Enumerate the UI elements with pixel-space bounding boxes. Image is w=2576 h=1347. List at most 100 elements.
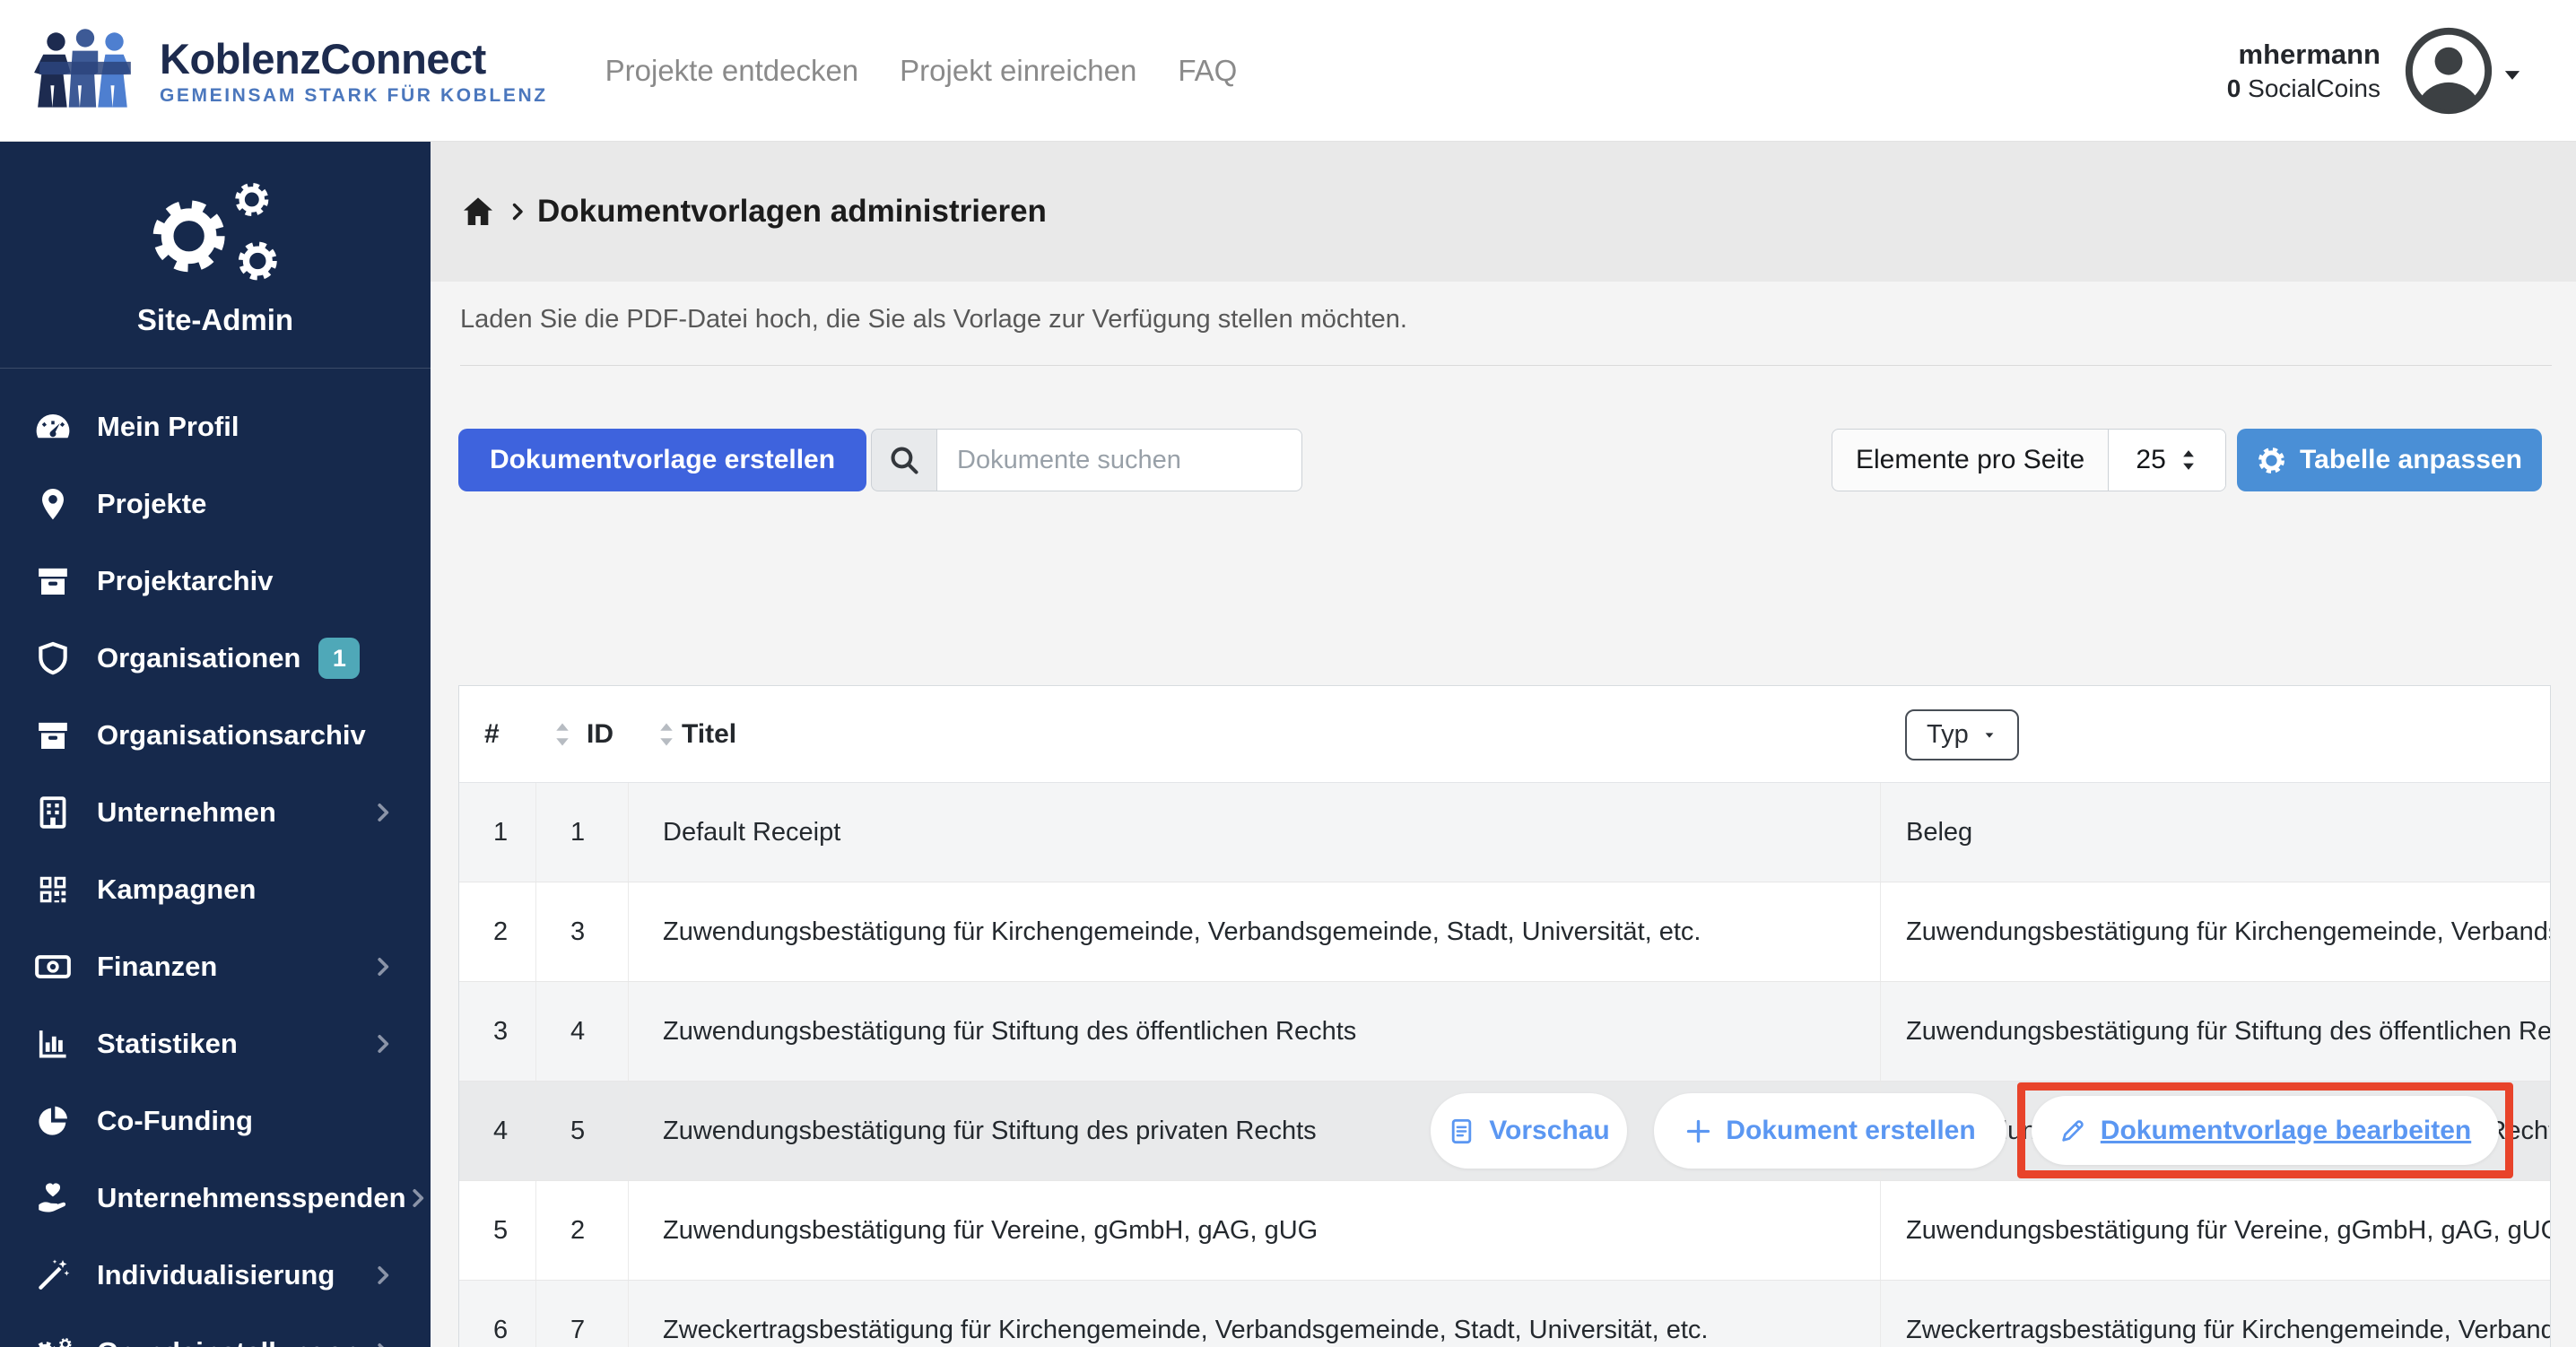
top-header: KoblenzConnect GEMEINSAM STARK FÜR KOBLE… [0, 0, 2576, 142]
sidebar-item-mein-profil[interactable]: Mein Profil [0, 388, 431, 465]
sort-arrows-icon[interactable] [551, 721, 574, 748]
chevron-right-icon [371, 955, 395, 978]
site-admin-gears-icon [140, 178, 291, 289]
breadcrumb: Dokumentvorlagen administrieren [431, 142, 2576, 282]
cell-id: 5 [536, 1082, 629, 1180]
logo-text: KoblenzConnect GEMEINSAM STARK FÜR KOBLE… [160, 34, 548, 107]
app-root: KoblenzConnect GEMEINSAM STARK FÜR KOBLE… [0, 0, 2576, 1347]
chevron-right-icon [371, 1032, 395, 1056]
archive-icon [32, 715, 74, 756]
bar-chart-icon [32, 1023, 74, 1065]
map-marker-icon [32, 483, 74, 525]
chevron-right-icon [371, 801, 395, 824]
organisationen-count-badge: 1 [318, 638, 360, 679]
divider [460, 365, 2552, 366]
cell-id: 2 [536, 1181, 629, 1280]
admin-sidebar: Site-Admin Mein Profil Projekte Projekta… [0, 142, 431, 1347]
coins-label: SocialCoins [2248, 74, 2380, 102]
money-icon [32, 946, 74, 987]
cell-title: Zweckertragsbestätigung für Kirchengemei… [629, 1281, 1881, 1347]
sidebar-item-organisationen[interactable]: Organisationen 1 [0, 620, 431, 697]
main-content: Dokumentvorlagen administrieren Laden Si… [431, 142, 2576, 1347]
plus-icon [1684, 1117, 1712, 1145]
nav-faq[interactable]: FAQ [1178, 54, 1237, 88]
column-header-id[interactable]: ID [587, 686, 614, 783]
sidebar-item-grundeinstellungen[interactable]: Grundeinstellungen [0, 1314, 431, 1347]
sidebar-item-finanzen[interactable]: Finanzen [0, 928, 431, 1005]
templates-table: # ID Titel Typ 1 1 Default Receipt Beleg [458, 685, 2551, 1347]
per-page-select[interactable]: 25 [2108, 430, 2225, 491]
cell-type: Beleg [1881, 783, 2550, 882]
column-header-index[interactable]: # [484, 686, 500, 783]
cell-index: 4 [459, 1082, 536, 1180]
cell-id: 3 [536, 882, 629, 981]
page-description: Laden Sie die PDF-Datei hoch, die Sie al… [460, 305, 1407, 335]
chevron-right-icon [406, 1186, 430, 1210]
table-row[interactable]: 1 1 Default Receipt Beleg [459, 783, 2550, 882]
cell-title: Zuwendungsbestätigung für Vereine, gGmbH… [629, 1181, 1881, 1280]
preview-button[interactable]: Vorschau [1431, 1093, 1627, 1169]
archive-icon [32, 561, 74, 602]
user-caret-down-icon[interactable] [2501, 64, 2524, 87]
home-icon[interactable] [460, 194, 496, 230]
table-row-hovered[interactable]: 4 5 Zuwendungsbestätigung für Stiftung d… [459, 1082, 2550, 1181]
username: mhermann [2227, 39, 2380, 71]
create-document-label: Dokument erstellen [1726, 1116, 1975, 1146]
sidebar-item-statistiken[interactable]: Statistiken [0, 1005, 431, 1082]
shield-icon [32, 638, 74, 679]
hand-heart-icon [32, 1178, 74, 1219]
customize-table-button[interactable]: Tabelle anpassen [2237, 429, 2542, 491]
sidebar-item-kampagnen[interactable]: Kampagnen [0, 851, 431, 928]
cell-title: Zuwendungsbestätigung für Stiftung des ö… [629, 982, 1881, 1081]
select-arrows-icon [2179, 448, 2198, 472]
column-header-titel[interactable]: Titel [682, 686, 736, 783]
search-addon [871, 429, 936, 491]
logo-subtitle: GEMEINSAM STARK FÜR KOBLENZ [160, 85, 548, 107]
building-icon [32, 792, 74, 833]
per-page-value: 25 [2136, 445, 2165, 475]
sidebar-item-projektarchiv[interactable]: Projektarchiv [0, 543, 431, 620]
cell-title: Default Receipt [629, 783, 1881, 882]
cell-index: 6 [459, 1281, 536, 1347]
cell-index: 3 [459, 982, 536, 1081]
search-input[interactable] [936, 429, 1302, 491]
chevron-right-icon [371, 1341, 395, 1347]
sidebar-item-co-funding[interactable]: Co-Funding [0, 1082, 431, 1160]
nav-projekt-einreichen[interactable]: Projekt einreichen [900, 54, 1136, 88]
preview-label: Vorschau [1489, 1116, 1610, 1146]
table-row[interactable]: 3 4 Zuwendungsbestätigung für Stiftung d… [459, 982, 2550, 1082]
user-menu[interactable]: mhermann 0 SocialCoins [2227, 26, 2524, 116]
document-icon [1448, 1117, 1475, 1145]
create-document-button[interactable]: Dokument erstellen [1654, 1093, 2006, 1169]
pencil-icon [2059, 1117, 2087, 1144]
per-page-label: Elemente pro Seite [1832, 445, 2108, 475]
chevron-right-icon [371, 1264, 395, 1287]
logo[interactable]: KoblenzConnect GEMEINSAM STARK FÜR KOBLE… [30, 24, 548, 117]
avatar-icon[interactable] [2404, 26, 2493, 116]
nav-projekte-entdecken[interactable]: Projekte entdecken [605, 54, 859, 88]
table-row[interactable]: 5 2 Zuwendungsbestätigung für Vereine, g… [459, 1181, 2550, 1281]
create-template-button[interactable]: Dokumentvorlage erstellen [458, 429, 866, 491]
cell-type: Zuwendungsbestätigung für Kirchengemeind… [1881, 882, 2550, 981]
edit-template-button[interactable]: Dokumentvorlage bearbeiten [2032, 1096, 2499, 1165]
qrcode-icon [32, 869, 74, 910]
type-filter-label: Typ [1927, 720, 1969, 750]
sidebar-item-unternehmensspenden[interactable]: Unternehmensspenden [0, 1160, 431, 1237]
type-filter-dropdown[interactable]: Typ [1905, 709, 2019, 760]
logo-title: KoblenzConnect [160, 34, 548, 83]
main-nav: Projekte entdecken Projekt einreichen FA… [605, 54, 1238, 88]
search-icon [888, 444, 920, 476]
cell-id: 7 [536, 1281, 629, 1347]
sort-arrows-icon[interactable] [655, 721, 678, 748]
sidebar-menu: Mein Profil Projekte Projektarchiv Organ… [0, 369, 431, 1347]
cell-index: 5 [459, 1181, 536, 1280]
sidebar-item-organisationsarchiv[interactable]: Organisationsarchiv [0, 697, 431, 774]
table-row[interactable]: 2 3 Zuwendungsbestätigung für Kirchengem… [459, 882, 2550, 982]
sidebar-item-unternehmen[interactable]: Unternehmen [0, 774, 431, 851]
table-row[interactable]: 6 7 Zweckertragsbestätigung für Kircheng… [459, 1281, 2550, 1347]
sidebar-item-individualisierung[interactable]: Individualisierung [0, 1237, 431, 1314]
sidebar-item-projekte[interactable]: Projekte [0, 465, 431, 543]
table-header-row: # ID Titel Typ [459, 686, 2550, 783]
per-page-control: Elemente pro Seite 25 [1832, 429, 2226, 491]
caret-down-icon [1981, 729, 1997, 742]
